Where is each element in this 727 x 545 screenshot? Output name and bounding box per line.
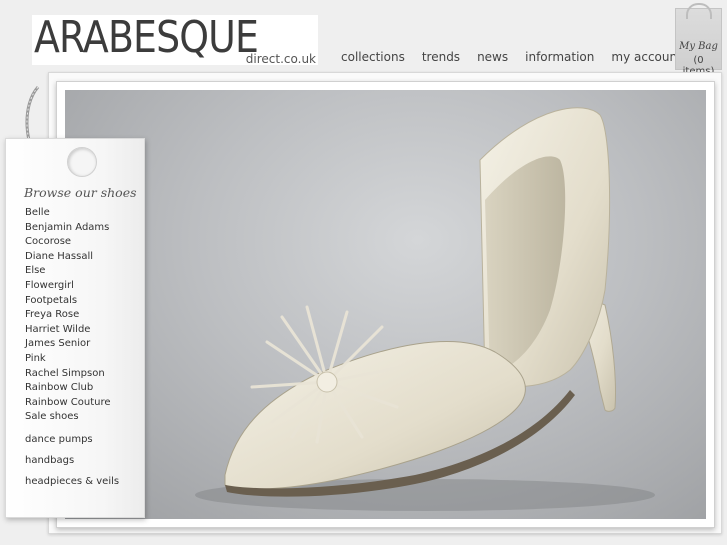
brand-link[interactable]: Cocorose — [25, 235, 111, 250]
brand-link[interactable]: Belle — [25, 206, 111, 221]
hero-shoe-photo — [65, 90, 706, 519]
brand-link[interactable]: Pink — [25, 352, 111, 367]
brand-link[interactable]: Rainbow Club — [25, 381, 111, 396]
brand-link[interactable]: James Senior — [25, 337, 111, 352]
browse-tag: Browse our shoes Belle Benjamin Adams Co… — [5, 138, 145, 518]
nav-my-account[interactable]: my account — [611, 50, 681, 64]
logo-domain: direct.co.uk — [245, 52, 316, 66]
shopping-bag-icon — [686, 3, 712, 19]
brand-link[interactable]: Flowergirl — [25, 279, 111, 294]
sale-shoes-link[interactable]: Sale shoes — [25, 410, 111, 425]
tag-hole — [67, 147, 97, 177]
category-list: dance pumps handbags headpieces & veils — [25, 433, 119, 496]
site-logo[interactable]: ARABESQUE direct.co.uk — [32, 12, 318, 66]
shoe-illustration — [195, 107, 655, 511]
category-headpieces-veils[interactable]: headpieces & veils — [25, 475, 119, 496]
brand-link[interactable]: Rachel Simpson — [25, 367, 111, 382]
photo-frame — [56, 81, 715, 528]
nav-news[interactable]: news — [477, 50, 508, 64]
nav-trends[interactable]: trends — [422, 50, 460, 64]
logo-wordmark: ARABESQUE — [34, 12, 259, 63]
nav-collections[interactable]: collections — [341, 50, 405, 64]
brand-link[interactable]: Else — [25, 264, 111, 279]
brand-link[interactable]: Harriet Wilde — [25, 323, 111, 338]
brand-link[interactable]: Benjamin Adams — [25, 221, 111, 236]
my-bag-button[interactable]: My Bag (0 items) — [675, 3, 722, 77]
brand-list: Belle Benjamin Adams Cocorose Diane Hass… — [25, 206, 111, 425]
brand-link[interactable]: Diane Hassall — [25, 250, 111, 265]
brand-link[interactable]: Rainbow Couture — [25, 396, 111, 411]
browse-title: Browse our shoes — [24, 185, 137, 200]
brand-link[interactable]: Freya Rose — [25, 308, 111, 323]
category-dance-pumps[interactable]: dance pumps — [25, 433, 119, 454]
nav-information[interactable]: information — [525, 50, 594, 64]
bag-label: My Bag — [679, 41, 718, 52]
category-handbags[interactable]: handbags — [25, 454, 119, 475]
main-nav: collections trends news information my a… — [341, 50, 699, 64]
brand-link[interactable]: Footpetals — [25, 294, 111, 309]
